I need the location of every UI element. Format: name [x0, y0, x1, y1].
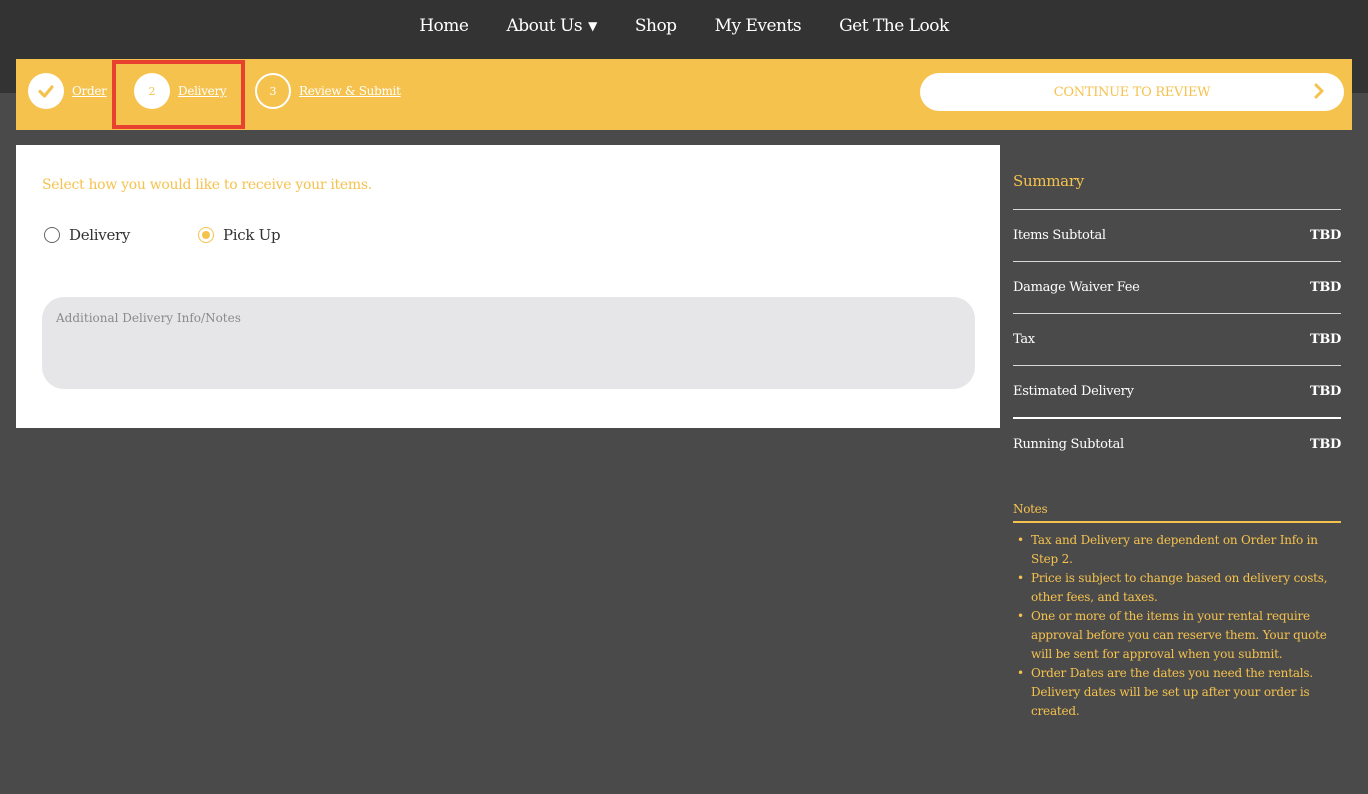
nav-home-label: Home	[419, 16, 469, 36]
nav-shop[interactable]: Shop	[635, 16, 677, 36]
summary-label: Tax	[1013, 332, 1035, 347]
list-item: Order Dates are the dates you need the r…	[1017, 664, 1341, 721]
summary-value: TBD	[1309, 332, 1341, 347]
notes-title: Notes	[1013, 502, 1341, 523]
radio-pick-up-circle[interactable]	[198, 227, 214, 243]
nav-home[interactable]: Home	[419, 16, 469, 36]
summary-value: TBD	[1309, 436, 1341, 452]
radio-delivery-label: Delivery	[69, 226, 131, 244]
nav-get-the-look-label: Get The Look	[839, 16, 949, 36]
summary-row-damage-waiver: Damage Waiver Fee TBD	[1013, 261, 1341, 313]
order-summary: Summary Items Subtotal TBD Damage Waiver…	[1013, 172, 1341, 469]
delivery-notes-input[interactable]	[42, 297, 975, 389]
delivery-panel: Select how you would like to receive you…	[16, 145, 1000, 428]
step-review-submit-label[interactable]: Review & Submit	[299, 84, 401, 98]
checkout-steps: Order 2 Delivery 3 Review & Submit CONTI…	[16, 59, 1352, 130]
notes-list: Tax and Delivery are dependent on Order …	[1013, 531, 1341, 721]
radio-pick-up[interactable]: Pick Up	[198, 226, 281, 244]
summary-row-estimated-delivery: Estimated Delivery TBD	[1013, 365, 1341, 417]
summary-row-items-subtotal: Items Subtotal TBD	[1013, 209, 1341, 261]
delivery-prompt: Select how you would like to receive you…	[42, 177, 372, 193]
summary-row-running-subtotal: Running Subtotal TBD	[1013, 417, 1341, 469]
summary-label: Items Subtotal	[1013, 228, 1106, 243]
summary-value: TBD	[1309, 228, 1341, 243]
check-icon	[28, 73, 64, 109]
step-number-3: 3	[255, 73, 291, 109]
nav-about-us-label: About Us	[506, 16, 583, 36]
main-nav: Home About Us ▼ Shop My Events Get The Lo…	[0, 0, 1368, 52]
nav-get-the-look[interactable]: Get The Look	[839, 16, 949, 36]
nav-my-events[interactable]: My Events	[715, 16, 802, 36]
summary-title: Summary	[1013, 172, 1084, 190]
radio-pick-up-label: Pick Up	[223, 226, 281, 244]
step-order[interactable]: Order	[28, 73, 107, 109]
list-item: One or more of the items in your rental …	[1017, 607, 1341, 664]
nav-about-us[interactable]: About Us ▼	[506, 16, 597, 36]
nav-my-events-label: My Events	[714, 16, 802, 36]
caret-down-icon: ▼	[588, 19, 597, 33]
step-order-label[interactable]: Order	[72, 84, 107, 98]
step-review-submit[interactable]: 3 Review & Submit	[255, 73, 401, 109]
list-item: Tax and Delivery are dependent on Order …	[1017, 531, 1341, 569]
highlight-box	[112, 60, 245, 129]
list-item: Price is subject to change based on deli…	[1017, 569, 1341, 607]
summary-row-tax: Tax TBD	[1013, 313, 1341, 365]
summary-label: Running Subtotal	[1013, 436, 1124, 452]
notes-section: Notes Tax and Delivery are dependent on …	[1013, 502, 1341, 721]
summary-value: TBD	[1309, 280, 1341, 295]
radio-delivery[interactable]: Delivery	[44, 226, 130, 244]
summary-label: Estimated Delivery	[1013, 384, 1134, 399]
nav-shop-label: Shop	[634, 16, 677, 36]
continue-to-review-button[interactable]: CONTINUE TO REVIEW	[920, 73, 1344, 111]
summary-value: TBD	[1309, 384, 1341, 399]
summary-label: Damage Waiver Fee	[1013, 280, 1140, 295]
radio-delivery-circle[interactable]	[44, 227, 60, 243]
continue-button-label: CONTINUE TO REVIEW	[1053, 84, 1211, 100]
chevron-right-icon	[1314, 83, 1324, 99]
